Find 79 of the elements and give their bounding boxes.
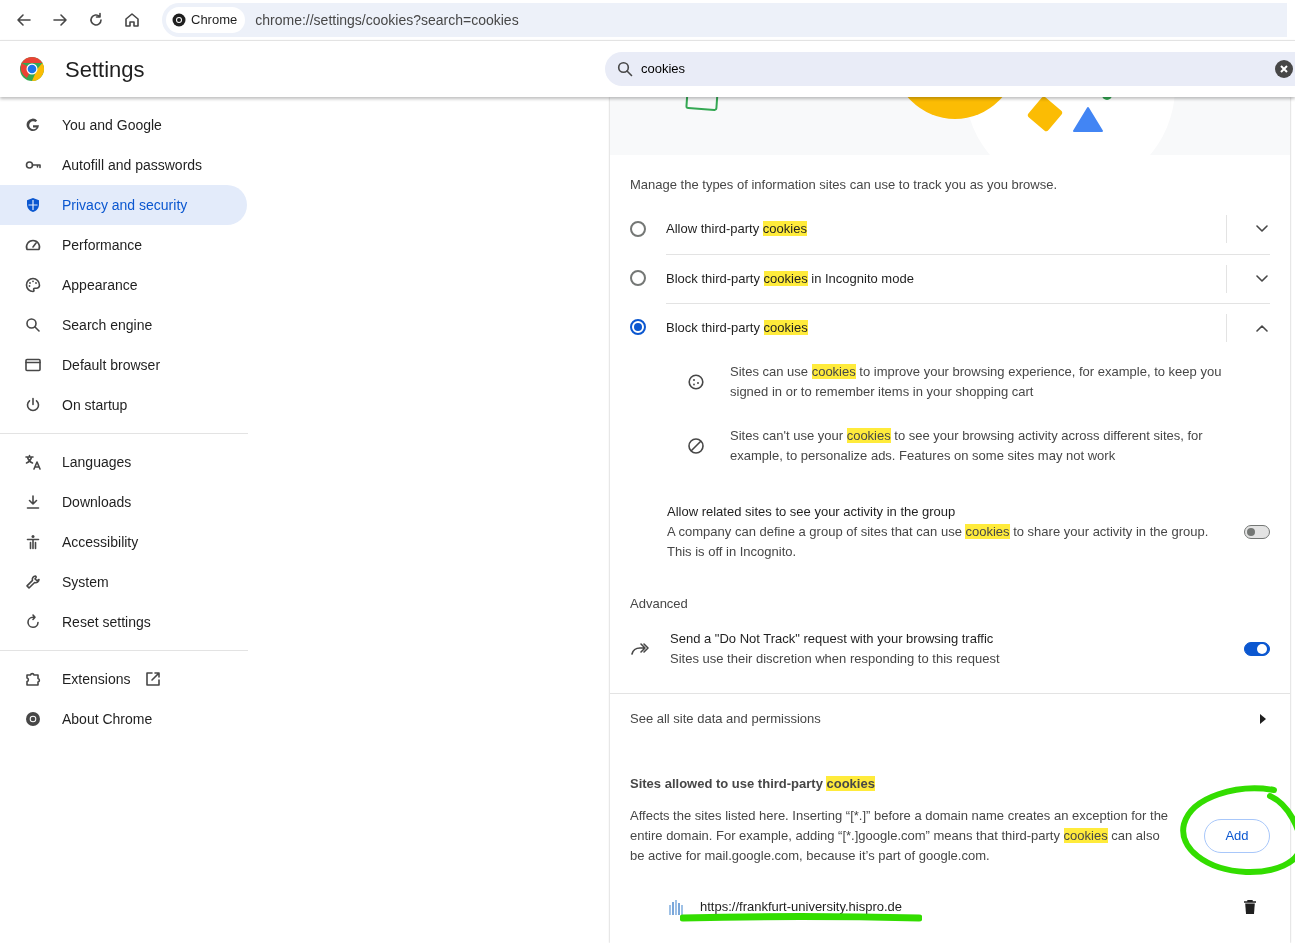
sidebar-item[interactable]: Performance xyxy=(0,225,247,265)
chevron-up-icon xyxy=(1256,323,1268,332)
chrome-logo-icon xyxy=(24,710,42,728)
setting-note: This is off in Incognito. xyxy=(667,542,798,561)
option-label: Block third-party cookies in Incognito mode xyxy=(666,269,914,288)
wrench-icon xyxy=(24,573,42,591)
power-icon xyxy=(24,396,42,414)
sidebar-item[interactable]: On startup xyxy=(0,385,247,425)
search-icon xyxy=(24,316,42,334)
sidebar-item[interactable]: Privacy and security xyxy=(0,185,247,225)
sidebar-item[interactable]: Search engine xyxy=(0,305,247,345)
accessibility-icon xyxy=(24,533,42,551)
expand-button[interactable] xyxy=(1226,313,1270,342)
sidebar-item[interactable]: Reset settings xyxy=(0,602,247,642)
clear-search-button[interactable] xyxy=(1275,60,1293,78)
toggle-switch[interactable] xyxy=(1244,524,1270,539)
description-text: Manage the types of information sites can use to track you as you browse. xyxy=(629,176,1059,194)
sidebar-item[interactable]: About Chrome xyxy=(0,699,247,739)
shield-icon xyxy=(24,196,42,214)
radio-button[interactable] xyxy=(630,221,646,237)
double-arrow-icon xyxy=(630,641,650,657)
sidebar-item[interactable]: Extensions xyxy=(0,659,247,699)
detail-text: Sites can't use your cookies to see your browsing activity across different sites, for example, to personalize ads. Features on some sites may not work xyxy=(730,426,1204,465)
url-text: chrome://settings/cookies?search=cookies xyxy=(255,10,519,30)
search-input[interactable]: cookies xyxy=(641,59,1267,79)
close-icon xyxy=(1275,60,1293,78)
prohibited-icon xyxy=(687,436,705,455)
detail-text: Sites can use cookies to improve your browsing experience, for example, to keep you signed in or to remember items in your shopping cart xyxy=(730,362,1223,401)
section-heading: Advanced xyxy=(629,594,689,613)
chrome-logo-icon xyxy=(172,13,186,27)
search-field[interactable]: cookies xyxy=(605,52,1295,86)
google-g-icon xyxy=(24,116,42,134)
add-button[interactable]: Add xyxy=(1204,818,1270,853)
option-label: Allow third-party cookies xyxy=(666,220,807,239)
setting-description: A company can define a group of sites that can use cookies to share your activity in the group. xyxy=(667,522,1210,541)
external-link-icon xyxy=(144,670,163,688)
sidebar-item[interactable]: Default browser xyxy=(0,345,247,385)
puzzle-icon xyxy=(24,670,42,688)
radio-button[interactable] xyxy=(630,270,646,286)
palette-icon xyxy=(24,276,42,294)
section-description: Affects the sites listed here. Inserting “[*.]” before a domain name creates an exception for the entire domain. For example, adding “[*.]google.com” means that third-party cookies can also be active for mail.google.com, because it’s part of google.com. xyxy=(630,806,1170,865)
reset-icon xyxy=(24,613,42,631)
search-icon xyxy=(617,61,633,77)
setting-title: Send a "Do Not Track" request with your browsing traffic xyxy=(670,630,995,648)
page-title: Settings xyxy=(65,55,146,84)
download-icon xyxy=(24,493,42,511)
delete-button[interactable] xyxy=(1244,899,1256,914)
sidebar-item[interactable]: Appearance xyxy=(0,265,247,305)
section-heading: Sites allowed to use third-party cookies xyxy=(629,775,876,793)
trash-icon xyxy=(1244,899,1256,914)
address-bar[interactable]: Chrome chrome://settings/cookies?search=cookies xyxy=(162,3,1287,37)
chevron-down-icon xyxy=(1256,274,1268,283)
setting-title: Allow related sites to see your activity in the group xyxy=(667,502,957,521)
option-label: Block third-party cookies xyxy=(666,318,808,337)
translate-icon xyxy=(24,453,42,471)
site-favicon-icon xyxy=(668,898,684,915)
sidebar-item[interactable]: Accessibility xyxy=(0,522,247,562)
chevron-down-icon xyxy=(1256,225,1268,233)
sidebar-item[interactable]: Languages xyxy=(0,442,247,482)
cookie-icon xyxy=(687,372,705,391)
back-icon xyxy=(15,11,33,29)
reload-icon xyxy=(87,11,105,29)
sidebar-item[interactable]: System xyxy=(0,562,247,602)
site-data-link[interactable]: See all site data and permissions xyxy=(610,694,1290,744)
arrow-right-icon xyxy=(1260,714,1266,724)
forward-icon xyxy=(51,11,69,29)
sidebar-item[interactable]: Downloads xyxy=(0,482,247,522)
toggle-switch[interactable] xyxy=(1244,642,1270,656)
sidebar-item[interactable]: You and Google xyxy=(0,105,247,145)
site-chip[interactable]: Chrome xyxy=(166,7,246,33)
chrome-logo-icon xyxy=(19,56,45,82)
browser-window-icon xyxy=(24,356,42,374)
home-icon xyxy=(123,11,141,29)
setting-description: Sites use their discretion when responding to this request xyxy=(670,650,1001,668)
sidebar-item[interactable]: Autofill and passwords xyxy=(0,145,247,185)
radio-button[interactable] xyxy=(630,319,646,335)
site-url: https://frankfurt-university.hispro.de xyxy=(700,897,904,916)
expand-button[interactable] xyxy=(1226,215,1270,243)
expand-button[interactable] xyxy=(1226,264,1270,293)
